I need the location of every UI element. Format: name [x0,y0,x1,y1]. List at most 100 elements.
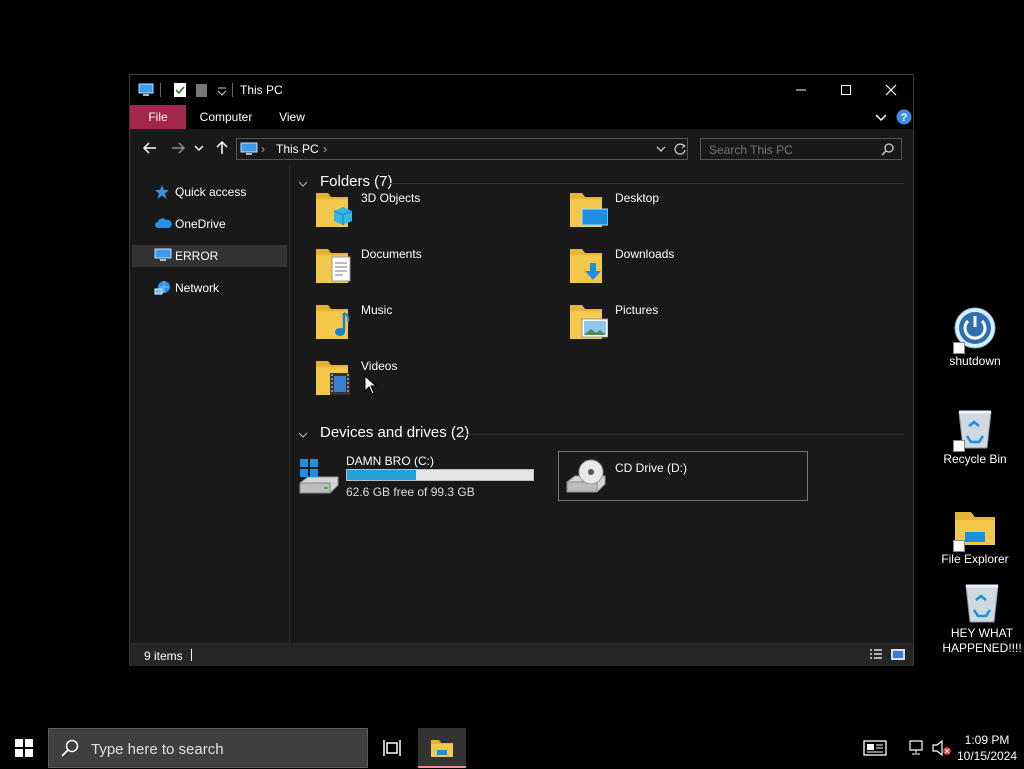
address-history-icon[interactable] [655,143,667,158]
drive-d[interactable]: CD Drive (D:) [558,451,808,501]
navigation-pane: Quick access OneDrive ERROR Network [130,165,290,643]
desktop-icon-recycle-bin-2[interactable]: HEY WHAT HAPPENED!!!! [940,578,1024,656]
search-input[interactable] [701,139,887,161]
window-title: This PC [240,83,283,97]
drive-label: CD Drive (D:) [615,461,687,475]
tab-computer[interactable]: Computer [186,105,266,129]
desktop-icon-recycle-bin[interactable]: Recycle Bin [933,404,1017,467]
file-explorer-icon [951,504,999,552]
nav-item-label: OneDrive [175,217,226,231]
clock[interactable]: 1:09 PM 10/15/2024 [954,732,1020,764]
nav-item-onedrive[interactable]: OneDrive [132,213,287,235]
minimize-icon [795,89,806,91]
clock-time: 1:09 PM [964,733,1010,747]
divider [462,434,904,435]
desktop-icon-shutdown[interactable]: shutdown [933,306,1017,369]
start-button[interactable] [0,728,48,768]
network-icon [909,740,923,755]
svg-text:?: ? [901,112,908,124]
folder-label: Videos [361,359,398,373]
devices-group-header[interactable]: Devices and drives (2) [298,424,478,444]
drive-free-space: 62.6 GB free of 99.3 GB [346,485,475,499]
breadcrumb-this-pc[interactable]: This PC [276,142,319,156]
volume-button[interactable] [930,728,954,768]
taskbar-file-explorer[interactable] [418,728,466,768]
drive-label: DAMN BRO (C:) [346,454,434,468]
task-view-button[interactable] [372,728,412,768]
refresh-icon[interactable] [673,142,687,159]
forward-button[interactable] [168,138,188,158]
star-icon [154,184,172,200]
news-button[interactable] [858,728,892,768]
volume-muted-icon [932,740,951,756]
navigation-bar: › This PC › [130,129,913,165]
drive-c[interactable]: DAMN BRO (C:) 62.6 GB free of 99.3 GB [290,451,544,499]
folder-label: 3D Objects [361,191,421,205]
cd-drive-icon [563,458,611,498]
file-explorer-icon [431,740,453,757]
details-view-icon[interactable] [868,647,884,663]
network-status-button[interactable] [906,728,930,768]
folder-3d-objects[interactable]: 3D Objects [290,185,530,235]
shortcut-arrow-icon [953,540,965,552]
arrow-right-icon [172,142,186,154]
folder-label: Desktop [615,191,660,205]
desktop-icon-file-explorer[interactable]: File Explorer [933,504,1017,567]
tab-file[interactable]: File [130,105,186,129]
folder-desktop[interactable]: Desktop [544,185,784,235]
network-icon [154,280,172,296]
nav-item-this-pc[interactable]: ERROR [132,245,287,267]
clock-date: 10/15/2024 [956,749,1018,763]
large-icons-view-icon[interactable] [890,647,906,663]
mouse-cursor-icon [364,374,378,398]
customize-toolbar-icon[interactable] [214,82,230,98]
documents-folder-icon [314,243,354,287]
search-icon[interactable] [881,142,895,159]
up-button[interactable] [212,138,232,158]
nav-item-label: Network [175,281,220,295]
power-icon [951,306,999,354]
desktop-icon-label: Recycle Bin [943,452,1007,466]
nav-item-quick-access[interactable]: Quick access [132,181,287,203]
search-box[interactable] [700,138,902,161]
pictures-folder-icon [568,299,609,343]
tab-view[interactable]: View [266,105,318,129]
downloads-folder-icon [568,243,608,287]
folder-downloads[interactable]: Downloads [544,241,784,291]
desktop-icon-label: File Explorer [941,552,1009,566]
news-icon [863,740,887,756]
folder-label: Documents [361,247,422,261]
minimize-button[interactable] [778,75,823,105]
back-button[interactable] [140,138,160,158]
properties-icon[interactable] [172,82,188,98]
3d-objects-folder-icon [314,187,354,231]
expand-ribbon-icon[interactable] [874,110,888,127]
desktop-icon-label: shutdown [949,354,1001,368]
maximize-icon [840,85,851,95]
recycle-bin-icon [951,404,999,452]
new-folder-icon[interactable] [194,82,210,98]
maximize-button[interactable] [823,75,868,105]
ribbon: File Computer View ? [130,105,913,129]
nav-item-network[interactable]: Network [132,277,287,299]
folder-videos[interactable]: Videos [290,353,530,403]
close-button[interactable] [868,75,913,105]
search-icon [61,739,79,760]
recent-locations-button[interactable] [192,138,206,158]
taskbar-search-box[interactable] [48,728,368,769]
task-view-icon [383,740,401,756]
folder-pictures[interactable]: Pictures [544,297,784,347]
help-icon[interactable]: ? [896,109,912,128]
cloud-icon [154,216,172,232]
chevron-down-icon [194,145,204,151]
address-bar[interactable]: › This PC › [236,138,688,160]
taskbar-search-input[interactable] [89,729,363,769]
separator [191,649,192,661]
folder-label: Downloads [615,247,675,261]
title-bar[interactable]: This PC [130,75,913,105]
shortcut-arrow-icon [953,342,965,354]
folder-music[interactable]: Music [290,297,530,347]
status-bar: 9 items [130,643,913,666]
breadcrumb-separator[interactable]: › [323,142,327,156]
folder-documents[interactable]: Documents [290,241,530,291]
